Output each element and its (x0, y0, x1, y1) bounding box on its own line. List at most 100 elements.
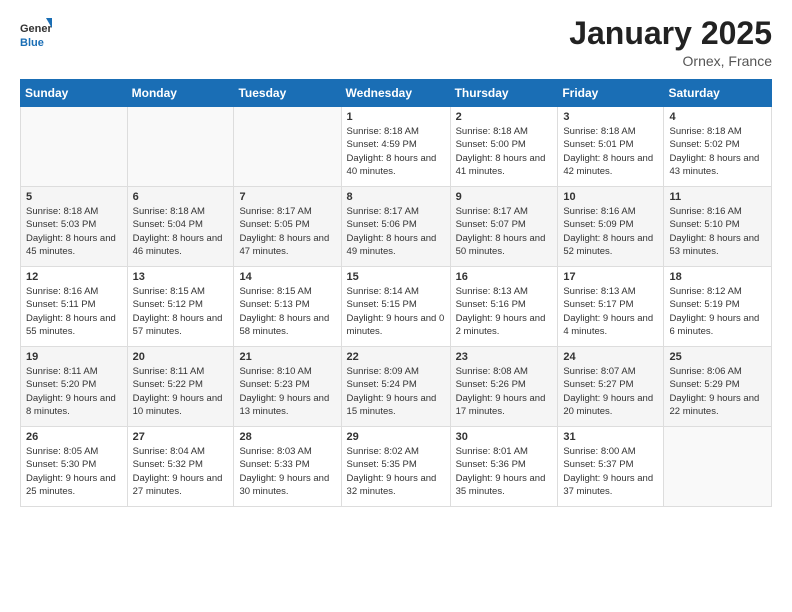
col-wednesday: Wednesday (341, 80, 450, 107)
day-info: Sunrise: 8:15 AMSunset: 5:12 PMDaylight:… (133, 286, 223, 337)
day-cell: 31 Sunrise: 8:00 AMSunset: 5:37 PMDaylig… (558, 427, 664, 507)
day-info: Sunrise: 8:15 AMSunset: 5:13 PMDaylight:… (239, 286, 329, 337)
day-number: 2 (456, 111, 553, 123)
day-number: 10 (563, 191, 658, 203)
week-row-3: 12 Sunrise: 8:16 AMSunset: 5:11 PMDaylig… (21, 267, 772, 347)
col-sunday: Sunday (21, 80, 128, 107)
day-cell: 21 Sunrise: 8:10 AMSunset: 5:23 PMDaylig… (234, 347, 341, 427)
day-number: 1 (347, 111, 445, 123)
day-info: Sunrise: 8:16 AMSunset: 5:09 PMDaylight:… (563, 206, 653, 257)
header: General Blue January 2025 Ornex, France (20, 16, 772, 69)
day-info: Sunrise: 8:06 AMSunset: 5:29 PMDaylight:… (669, 366, 759, 417)
day-number: 7 (239, 191, 335, 203)
day-cell: 25 Sunrise: 8:06 AMSunset: 5:29 PMDaylig… (664, 347, 772, 427)
day-cell: 3 Sunrise: 8:18 AMSunset: 5:01 PMDayligh… (558, 107, 664, 187)
day-cell: 5 Sunrise: 8:18 AMSunset: 5:03 PMDayligh… (21, 187, 128, 267)
day-number: 26 (26, 431, 122, 443)
calendar: Sunday Monday Tuesday Wednesday Thursday… (20, 79, 772, 507)
day-number: 6 (133, 191, 229, 203)
day-cell: 16 Sunrise: 8:13 AMSunset: 5:16 PMDaylig… (450, 267, 558, 347)
day-cell: 1 Sunrise: 8:18 AMSunset: 4:59 PMDayligh… (341, 107, 450, 187)
day-cell: 23 Sunrise: 8:08 AMSunset: 5:26 PMDaylig… (450, 347, 558, 427)
day-cell: 18 Sunrise: 8:12 AMSunset: 5:19 PMDaylig… (664, 267, 772, 347)
day-number: 11 (669, 191, 766, 203)
day-info: Sunrise: 8:18 AMSunset: 5:00 PMDaylight:… (456, 126, 546, 177)
day-cell: 27 Sunrise: 8:04 AMSunset: 5:32 PMDaylig… (127, 427, 234, 507)
day-cell (234, 107, 341, 187)
col-thursday: Thursday (450, 80, 558, 107)
week-row-5: 26 Sunrise: 8:05 AMSunset: 5:30 PMDaylig… (21, 427, 772, 507)
day-number: 18 (669, 271, 766, 283)
day-number: 19 (26, 351, 122, 363)
day-info: Sunrise: 8:04 AMSunset: 5:32 PMDaylight:… (133, 446, 223, 497)
day-info: Sunrise: 8:10 AMSunset: 5:23 PMDaylight:… (239, 366, 329, 417)
day-info: Sunrise: 8:18 AMSunset: 5:01 PMDaylight:… (563, 126, 653, 177)
day-cell (664, 427, 772, 507)
col-monday: Monday (127, 80, 234, 107)
day-number: 12 (26, 271, 122, 283)
day-info: Sunrise: 8:00 AMSunset: 5:37 PMDaylight:… (563, 446, 653, 497)
day-number: 14 (239, 271, 335, 283)
day-cell: 15 Sunrise: 8:14 AMSunset: 5:15 PMDaylig… (341, 267, 450, 347)
day-number: 16 (456, 271, 553, 283)
day-number: 28 (239, 431, 335, 443)
day-cell: 2 Sunrise: 8:18 AMSunset: 5:00 PMDayligh… (450, 107, 558, 187)
day-info: Sunrise: 8:03 AMSunset: 5:33 PMDaylight:… (239, 446, 329, 497)
day-info: Sunrise: 8:05 AMSunset: 5:30 PMDaylight:… (26, 446, 116, 497)
month-title: January 2025 (569, 16, 772, 51)
weekday-header-row: Sunday Monday Tuesday Wednesday Thursday… (21, 80, 772, 107)
week-row-4: 19 Sunrise: 8:11 AMSunset: 5:20 PMDaylig… (21, 347, 772, 427)
day-number: 22 (347, 351, 445, 363)
day-cell: 13 Sunrise: 8:15 AMSunset: 5:12 PMDaylig… (127, 267, 234, 347)
day-info: Sunrise: 8:14 AMSunset: 5:15 PMDaylight:… (347, 286, 445, 337)
day-info: Sunrise: 8:17 AMSunset: 5:05 PMDaylight:… (239, 206, 329, 257)
day-number: 27 (133, 431, 229, 443)
col-saturday: Saturday (664, 80, 772, 107)
day-info: Sunrise: 8:18 AMSunset: 5:03 PMDaylight:… (26, 206, 116, 257)
page: General Blue January 2025 Ornex, France … (0, 0, 792, 612)
day-info: Sunrise: 8:11 AMSunset: 5:22 PMDaylight:… (133, 366, 223, 417)
day-cell: 20 Sunrise: 8:11 AMSunset: 5:22 PMDaylig… (127, 347, 234, 427)
day-info: Sunrise: 8:08 AMSunset: 5:26 PMDaylight:… (456, 366, 546, 417)
day-number: 24 (563, 351, 658, 363)
day-info: Sunrise: 8:11 AMSunset: 5:20 PMDaylight:… (26, 366, 116, 417)
day-info: Sunrise: 8:09 AMSunset: 5:24 PMDaylight:… (347, 366, 437, 417)
day-info: Sunrise: 8:02 AMSunset: 5:35 PMDaylight:… (347, 446, 437, 497)
day-cell: 19 Sunrise: 8:11 AMSunset: 5:20 PMDaylig… (21, 347, 128, 427)
day-cell: 10 Sunrise: 8:16 AMSunset: 5:09 PMDaylig… (558, 187, 664, 267)
day-info: Sunrise: 8:13 AMSunset: 5:16 PMDaylight:… (456, 286, 546, 337)
day-number: 31 (563, 431, 658, 443)
day-info: Sunrise: 8:16 AMSunset: 5:10 PMDaylight:… (669, 206, 759, 257)
day-info: Sunrise: 8:17 AMSunset: 5:07 PMDaylight:… (456, 206, 546, 257)
day-number: 8 (347, 191, 445, 203)
day-cell: 11 Sunrise: 8:16 AMSunset: 5:10 PMDaylig… (664, 187, 772, 267)
day-info: Sunrise: 8:18 AMSunset: 5:02 PMDaylight:… (669, 126, 759, 177)
day-cell: 30 Sunrise: 8:01 AMSunset: 5:36 PMDaylig… (450, 427, 558, 507)
day-info: Sunrise: 8:01 AMSunset: 5:36 PMDaylight:… (456, 446, 546, 497)
day-number: 9 (456, 191, 553, 203)
day-cell: 24 Sunrise: 8:07 AMSunset: 5:27 PMDaylig… (558, 347, 664, 427)
day-info: Sunrise: 8:13 AMSunset: 5:17 PMDaylight:… (563, 286, 653, 337)
day-cell: 4 Sunrise: 8:18 AMSunset: 5:02 PMDayligh… (664, 107, 772, 187)
week-row-2: 5 Sunrise: 8:18 AMSunset: 5:03 PMDayligh… (21, 187, 772, 267)
day-number: 21 (239, 351, 335, 363)
day-cell: 9 Sunrise: 8:17 AMSunset: 5:07 PMDayligh… (450, 187, 558, 267)
day-number: 13 (133, 271, 229, 283)
day-cell: 22 Sunrise: 8:09 AMSunset: 5:24 PMDaylig… (341, 347, 450, 427)
day-number: 15 (347, 271, 445, 283)
day-number: 30 (456, 431, 553, 443)
day-number: 23 (456, 351, 553, 363)
day-number: 17 (563, 271, 658, 283)
day-cell (21, 107, 128, 187)
day-number: 25 (669, 351, 766, 363)
day-number: 3 (563, 111, 658, 123)
col-tuesday: Tuesday (234, 80, 341, 107)
day-cell: 14 Sunrise: 8:15 AMSunset: 5:13 PMDaylig… (234, 267, 341, 347)
day-cell: 6 Sunrise: 8:18 AMSunset: 5:04 PMDayligh… (127, 187, 234, 267)
day-number: 4 (669, 111, 766, 123)
day-cell: 7 Sunrise: 8:17 AMSunset: 5:05 PMDayligh… (234, 187, 341, 267)
day-info: Sunrise: 8:16 AMSunset: 5:11 PMDaylight:… (26, 286, 116, 337)
day-info: Sunrise: 8:07 AMSunset: 5:27 PMDaylight:… (563, 366, 653, 417)
day-info: Sunrise: 8:12 AMSunset: 5:19 PMDaylight:… (669, 286, 759, 337)
location: Ornex, France (569, 53, 772, 69)
